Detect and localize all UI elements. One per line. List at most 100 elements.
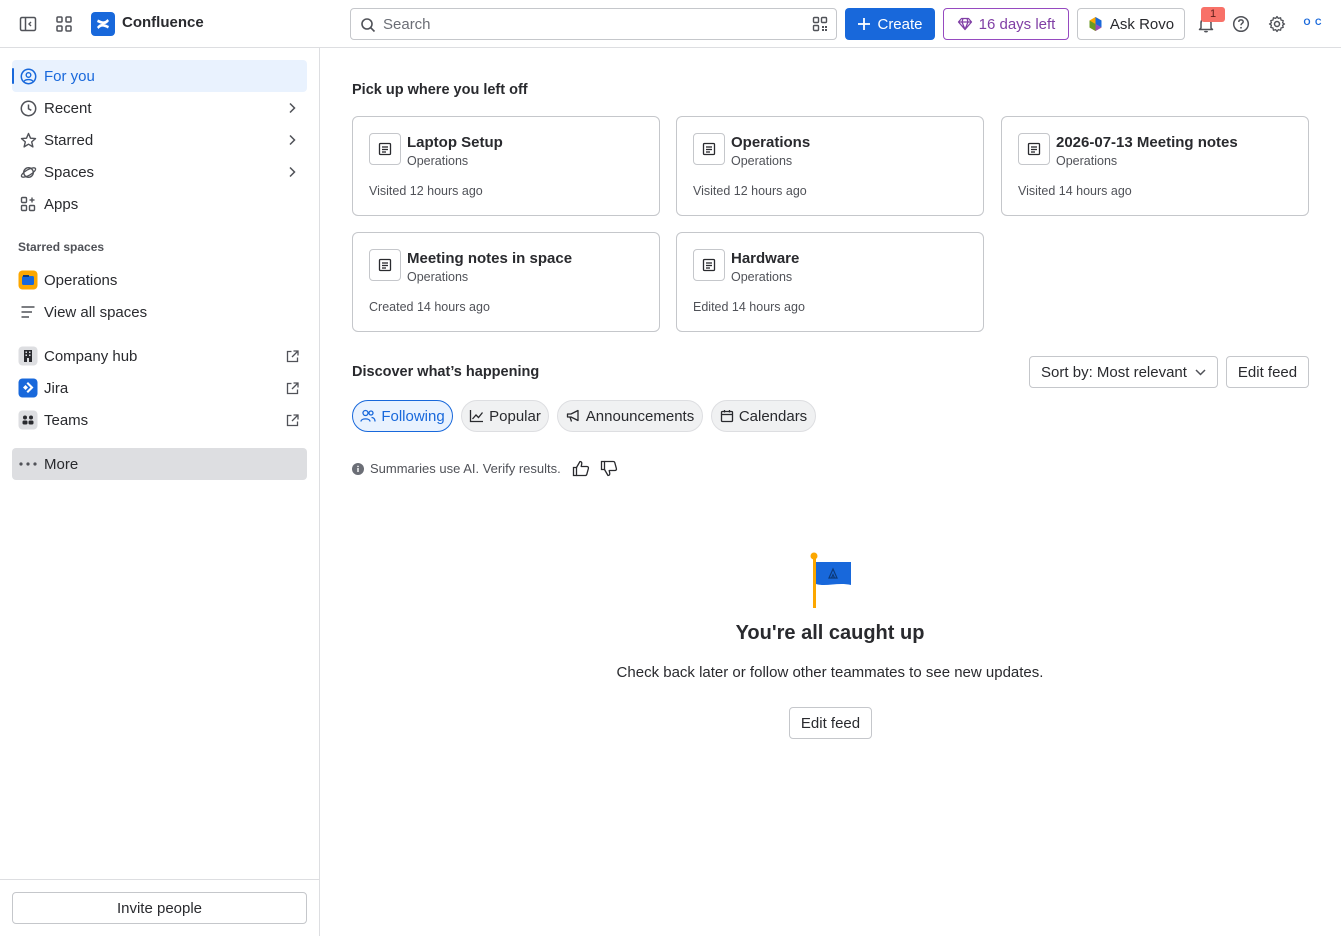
- card-title: Operations: [731, 134, 811, 151]
- page-icon: [693, 249, 725, 281]
- card-title: Meeting notes in space: [407, 250, 573, 267]
- sidebar-item-label: Jira: [44, 379, 69, 397]
- user-circle-icon: [12, 68, 44, 85]
- tab-label: Announcements: [585, 407, 695, 425]
- thumbs-down-icon[interactable]: [600, 460, 618, 480]
- tab-label: Following: [381, 407, 445, 425]
- tab-label: Calendars: [738, 407, 808, 425]
- sidebar-item-label: Apps: [44, 195, 79, 213]
- app-switcher-icon[interactable]: [52, 12, 76, 36]
- scan-icon[interactable]: [812, 16, 828, 35]
- operations-space-icon: [12, 270, 44, 290]
- sidebar-item-label: Operations: [44, 271, 118, 289]
- recent-page-card[interactable]: Meeting notes in space Operations Create…: [352, 232, 660, 332]
- external-link-icon[interactable]: [277, 349, 307, 363]
- ai-disclaimer-text: Summaries use AI. Verify results.: [370, 461, 561, 476]
- teams-icon: [12, 410, 44, 430]
- user-avatar[interactable]: O C: [1300, 12, 1326, 38]
- edit-feed-button[interactable]: Edit feed: [1226, 356, 1309, 388]
- sidebar-item-apps[interactable]: Apps: [12, 188, 307, 220]
- sidebar-item-jira[interactable]: Jira: [12, 372, 307, 404]
- card-space: Operations: [731, 270, 793, 284]
- pickup-heading: Pick up where you left off: [352, 82, 528, 98]
- sidebar-item-recent[interactable]: Recent: [12, 92, 307, 124]
- create-label: Create: [877, 15, 923, 33]
- trial-label: 16 days left: [978, 15, 1056, 33]
- create-button[interactable]: Create: [845, 8, 935, 40]
- sidebar-item-starred[interactable]: Starred: [12, 124, 307, 156]
- starred-spaces-heading: Starred spaces: [18, 240, 105, 254]
- ask-rovo-button[interactable]: Ask Rovo: [1077, 8, 1185, 40]
- external-link-icon[interactable]: [277, 381, 307, 395]
- page-icon: [369, 133, 401, 165]
- info-icon: [352, 462, 364, 475]
- sort-label: Sort by: Most relevant: [1041, 363, 1187, 381]
- app-name[interactable]: Confluence: [122, 14, 204, 31]
- calendar-icon: [720, 410, 733, 423]
- recent-page-card[interactable]: 2026-07-13 Meeting notes Operations Visi…: [1001, 116, 1309, 216]
- confluence-logo-icon[interactable]: [91, 12, 115, 36]
- card-space: Operations: [407, 270, 469, 284]
- sidebar: For you Recent Starred Spaces Apps Starr…: [0, 48, 320, 936]
- ai-disclaimer: Summaries use AI. Verify results.: [352, 461, 561, 476]
- notification-count-badge: 1: [1201, 7, 1225, 22]
- external-link-icon[interactable]: [277, 413, 307, 427]
- recent-page-card[interactable]: Hardware Operations Edited 14 hours ago: [676, 232, 984, 332]
- card-space: Operations: [407, 154, 469, 168]
- card-meta: Edited 14 hours ago: [693, 300, 805, 314]
- sidebar-toggle-icon[interactable]: [16, 12, 40, 36]
- search-input[interactable]: Search: [350, 8, 837, 40]
- help-icon[interactable]: [1229, 12, 1253, 36]
- recent-page-card[interactable]: Operations Operations Visited 12 hours a…: [676, 116, 984, 216]
- empty-state-edit-feed-button[interactable]: Edit feed: [789, 707, 872, 739]
- sidebar-item-teams[interactable]: Teams: [12, 404, 307, 436]
- search-placeholder: Search: [383, 16, 431, 33]
- clock-icon: [12, 100, 44, 117]
- trend-chart-icon: [469, 410, 484, 423]
- empty-state-subtitle: Check back later or follow other teammat…: [616, 664, 1044, 681]
- sidebar-item-spaces[interactable]: Spaces: [12, 156, 307, 188]
- recent-page-card[interactable]: Laptop Setup Operations Visited 12 hours…: [352, 116, 660, 216]
- tab-calendars[interactable]: Calendars: [711, 400, 816, 432]
- sidebar-item-label: For you: [44, 67, 95, 85]
- sidebar-item-label: Spaces: [44, 163, 95, 181]
- star-icon: [12, 132, 44, 149]
- plus-icon: [858, 18, 871, 30]
- chevron-down-icon: [1195, 368, 1206, 376]
- page-icon: [693, 133, 725, 165]
- trial-button[interactable]: 16 days left: [943, 8, 1069, 40]
- flag-illustration: [808, 552, 854, 613]
- card-space: Operations: [1056, 154, 1118, 168]
- page-icon: [1018, 133, 1050, 165]
- sidebar-item-label: Starred: [44, 131, 94, 149]
- sidebar-item-label: View all spaces: [44, 303, 148, 321]
- empty-state-title: You're all caught up: [735, 622, 925, 644]
- chevron-right-icon[interactable]: [277, 166, 307, 178]
- card-title: Hardware: [731, 250, 800, 267]
- sidebar-item-for-you[interactable]: For you: [12, 60, 307, 92]
- list-icon: [12, 305, 44, 319]
- ask-rovo-label: Ask Rovo: [1109, 15, 1175, 33]
- thumbs-up-icon[interactable]: [572, 460, 590, 480]
- sidebar-item-operations-space[interactable]: Operations: [12, 264, 307, 296]
- invite-people-button[interactable]: Invite people: [12, 892, 307, 924]
- card-meta: Visited 14 hours ago: [1018, 184, 1132, 198]
- tab-popular[interactable]: Popular: [461, 400, 549, 432]
- building-icon: [12, 346, 44, 366]
- search-icon: [360, 17, 376, 36]
- tab-announcements[interactable]: Announcements: [557, 400, 703, 432]
- rovo-icon: [1089, 17, 1102, 31]
- card-meta: Created 14 hours ago: [369, 300, 490, 314]
- sidebar-item-view-all-spaces[interactable]: View all spaces: [12, 296, 307, 328]
- settings-gear-icon[interactable]: [1265, 12, 1289, 36]
- sidebar-item-company-hub[interactable]: Company hub: [12, 340, 307, 372]
- chevron-right-icon[interactable]: [277, 102, 307, 114]
- card-space: Operations: [731, 154, 793, 168]
- sidebar-item-more[interactable]: More: [12, 448, 307, 480]
- tab-following[interactable]: Following: [352, 400, 453, 432]
- tab-label: Popular: [489, 407, 541, 425]
- sort-dropdown[interactable]: Sort by: Most relevant: [1029, 356, 1218, 388]
- card-title: Laptop Setup: [407, 134, 503, 151]
- gem-icon: [957, 17, 972, 31]
- chevron-right-icon[interactable]: [277, 134, 307, 146]
